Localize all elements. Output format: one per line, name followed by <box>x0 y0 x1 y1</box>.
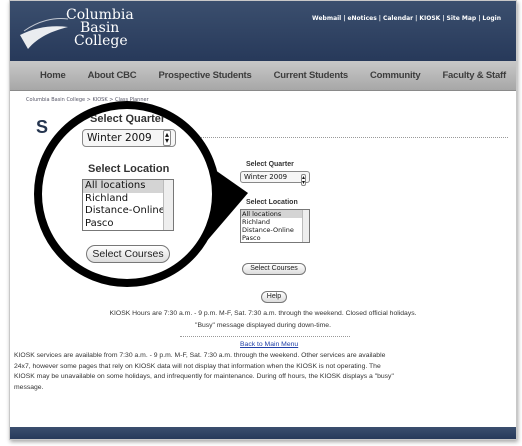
location-option[interactable]: Pasco <box>83 218 173 231</box>
select-courses-button-magnified[interactable]: Select Courses <box>86 245 170 263</box>
location-option[interactable]: Richland <box>83 193 173 206</box>
quarter-select-magnified[interactable]: Winter 2009 ▴ ▾ <box>82 129 176 147</box>
location-option[interactable]: All locations <box>83 180 173 193</box>
quarter-value: Winter 2009 <box>87 132 152 144</box>
browser-frame: Columbia Basin College Webmail | eNotices |… <box>9 0 517 440</box>
quarter-label-magnified: Select Quarter <box>90 113 166 125</box>
select-stepper-icon: ▴ ▾ <box>162 130 171 146</box>
magnified-callout: Select Quarter Winter 2009 ▴ ▾ Select Loc… <box>34 101 220 287</box>
location-listbox-magnified[interactable]: All locations Richland Distance-Online P… <box>82 179 174 231</box>
location-label-magnified: Select Location <box>88 163 170 175</box>
location-option[interactable]: Distance-Online <box>83 205 173 218</box>
listbox-scrollbar[interactable] <box>163 180 173 230</box>
